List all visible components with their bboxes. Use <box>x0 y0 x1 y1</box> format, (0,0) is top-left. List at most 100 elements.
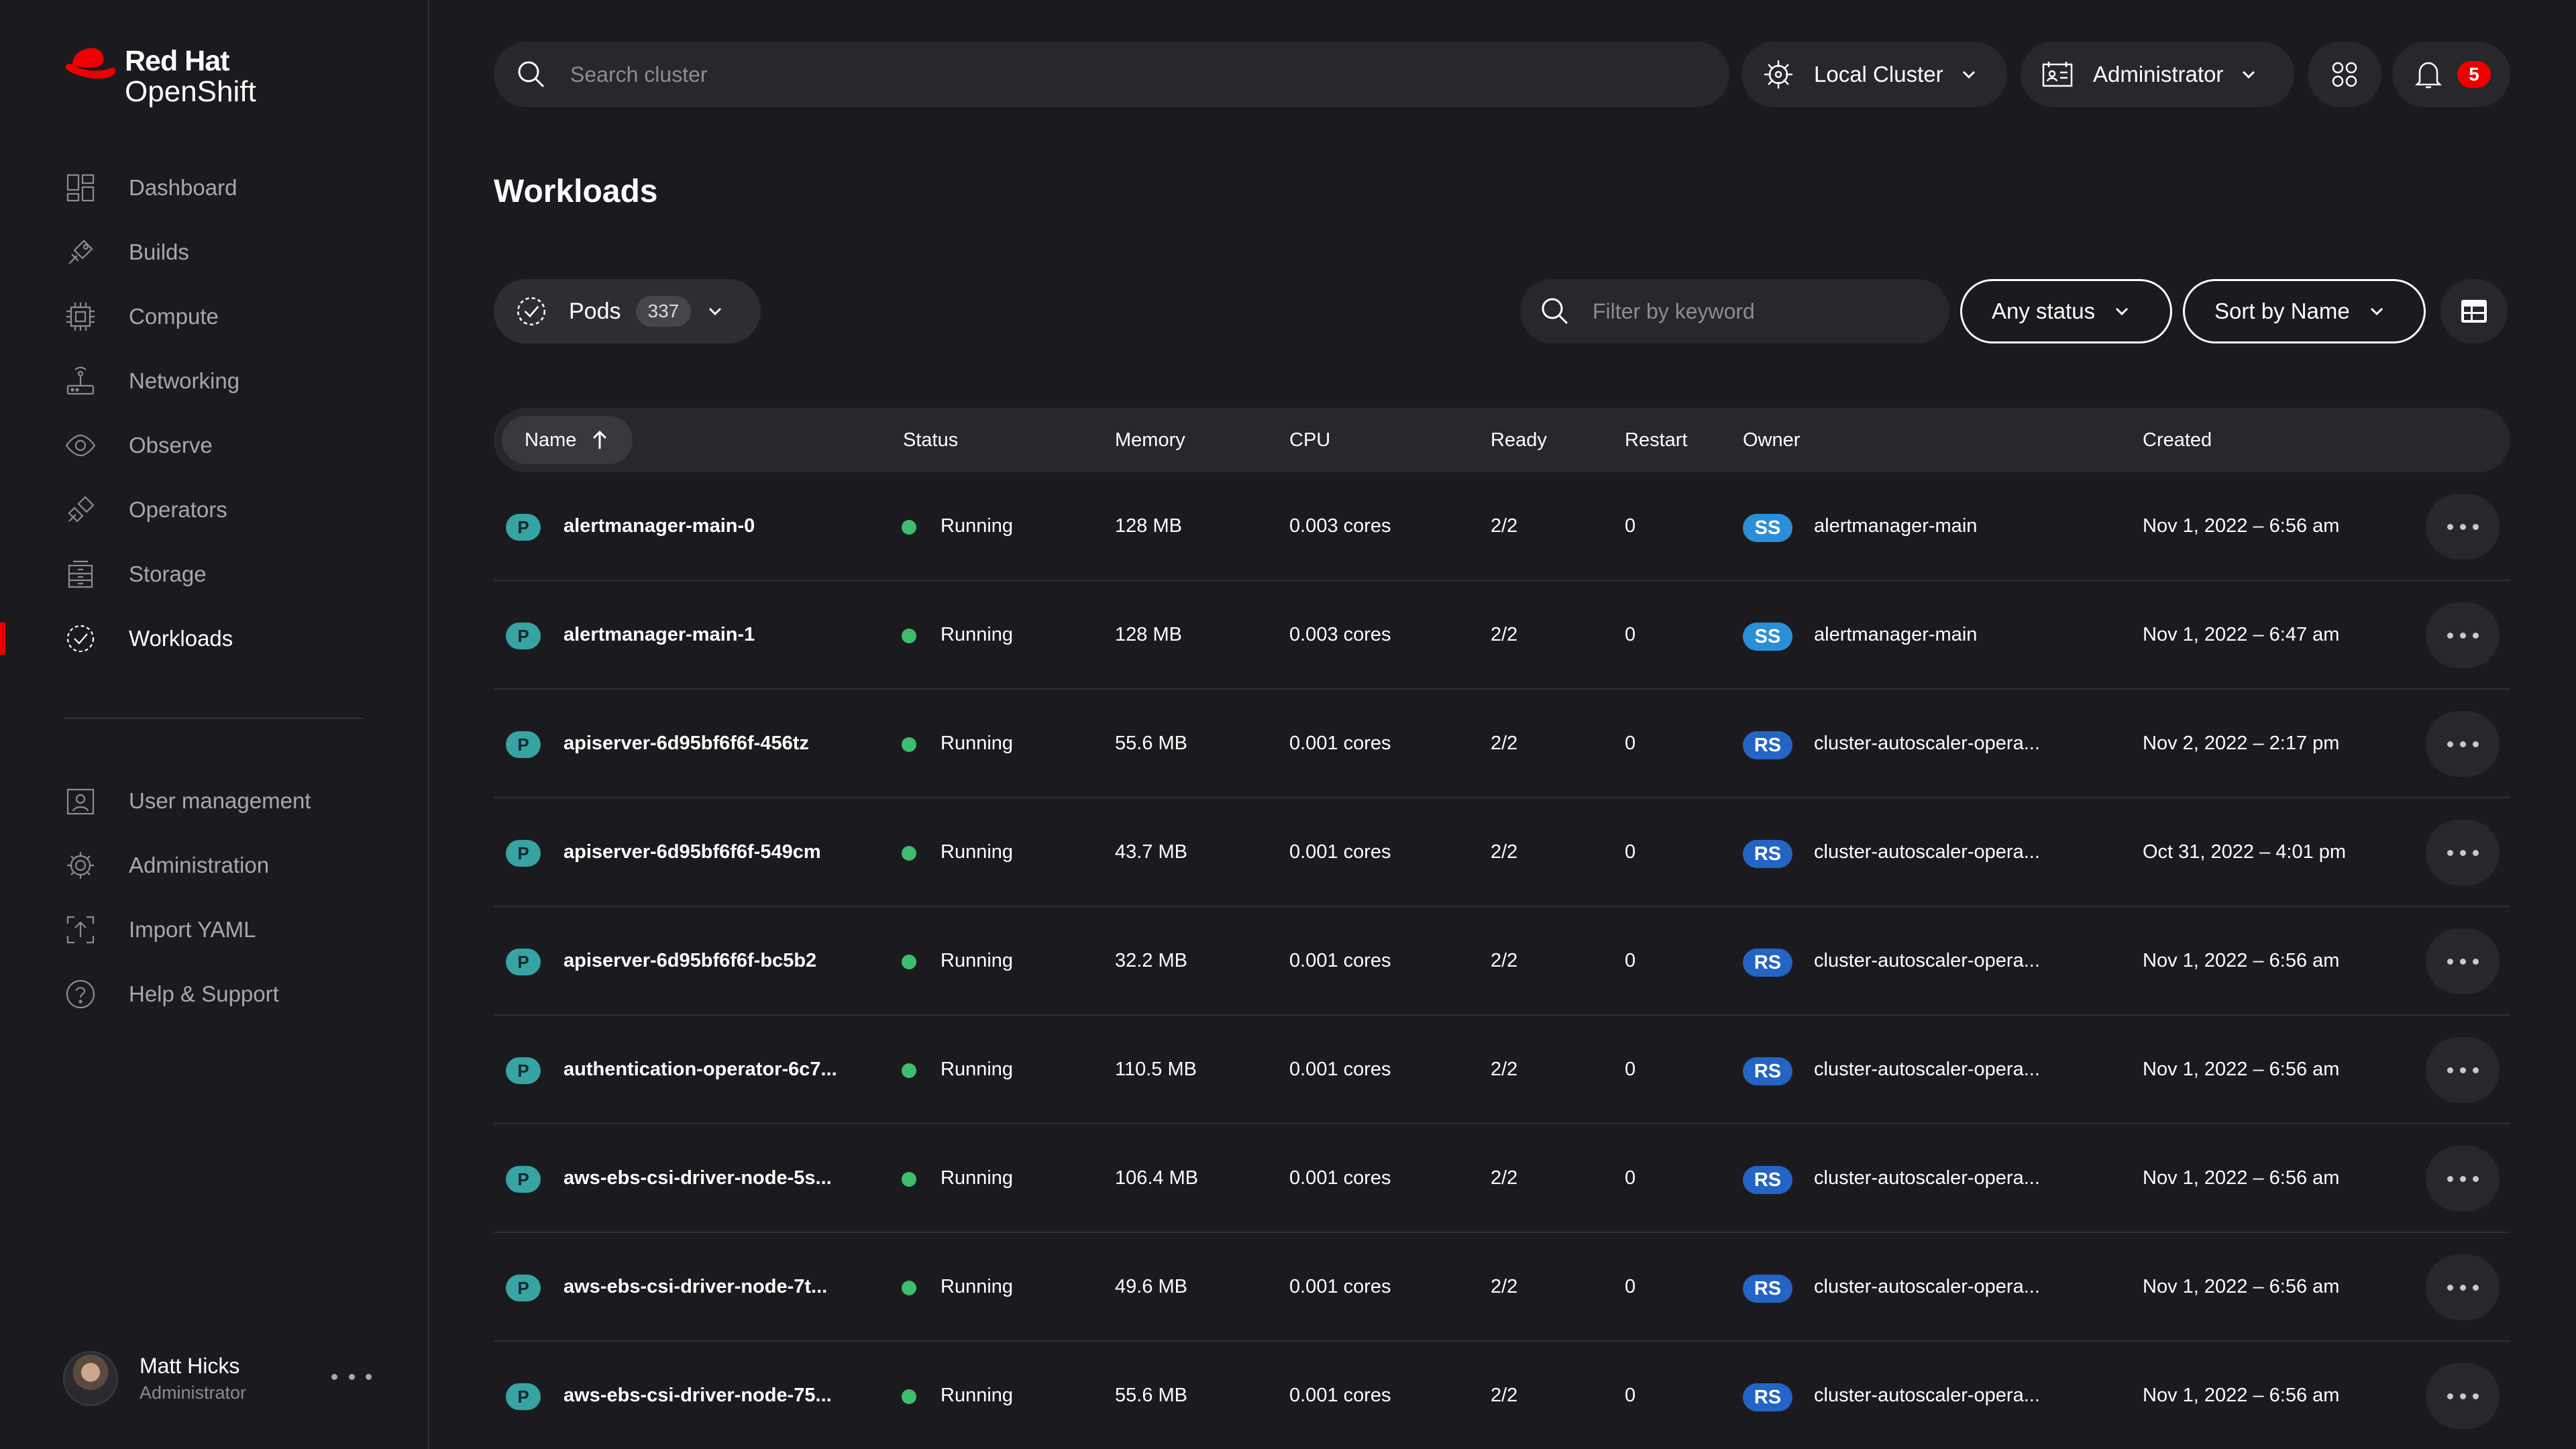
pod-name-link[interactable]: aws-ebs-csi-driver-node-7t... <box>564 1233 827 1340</box>
pod-name-link[interactable]: alertmanager-main-0 <box>564 472 755 580</box>
table-row[interactable]: P apiserver-6d95bf6f6f-456tz Running 55.… <box>494 690 2510 798</box>
pod-created: Nov 1, 2022 – 6:56 am <box>2143 1275 2340 1297</box>
pod-kind-badge: P <box>506 1166 541 1193</box>
table-row[interactable]: P apiserver-6d95bf6f6f-549cm Running 43.… <box>494 798 2510 907</box>
owner-link[interactable]: cluster-autoscaler-opera... <box>1814 1124 2040 1232</box>
owner-link[interactable]: alertmanager-main <box>1814 581 1977 688</box>
cluster-selector[interactable]: Local Cluster <box>1741 42 2007 107</box>
redhat-openshift-logo[interactable]: Red Hat OpenShift <box>63 42 256 107</box>
owner-link[interactable]: alertmanager-main <box>1814 472 1977 580</box>
column-header-label: Name <box>525 429 577 451</box>
nav-item-administration[interactable]: Administration <box>0 833 429 898</box>
owner-link[interactable]: cluster-autoscaler-opera... <box>1814 1016 2040 1123</box>
pod-name-link[interactable]: authentication-operator-6c7... <box>564 1016 837 1123</box>
pod-name-link[interactable]: apiserver-6d95bf6f6f-549cm <box>564 798 821 906</box>
pod-cpu: 0.003 cores <box>1289 623 1391 645</box>
pod-memory: 55.6 MB <box>1115 732 1187 754</box>
bell-icon <box>2414 62 2443 89</box>
user-management-icon <box>63 784 98 818</box>
chevron-down-icon <box>2243 70 2255 79</box>
chevron-down-icon <box>2116 307 2129 316</box>
pod-restarts: 0 <box>1625 1275 1636 1297</box>
row-actions-kebab-icon[interactable] <box>2426 1037 2500 1103</box>
nav-item-workloads[interactable]: Workloads <box>0 606 429 671</box>
secondary-nav: User management Administration Import YA… <box>0 769 429 1026</box>
row-actions-kebab-icon[interactable] <box>2426 820 2500 885</box>
nav-item-operators[interactable]: Operators <box>0 478 429 542</box>
pod-name-link[interactable]: aws-ebs-csi-driver-node-5s... <box>564 1124 832 1232</box>
owner-link[interactable]: cluster-autoscaler-opera... <box>1814 798 2040 906</box>
column-header-memory[interactable]: Memory <box>1115 408 1185 472</box>
table-row[interactable]: P alertmanager-main-0 Running 128 MB 0.0… <box>494 472 2510 581</box>
row-actions-kebab-icon[interactable] <box>2426 494 2500 559</box>
row-actions-kebab-icon[interactable] <box>2426 711 2500 777</box>
pod-name-link[interactable]: alertmanager-main-1 <box>564 581 755 688</box>
row-actions-kebab-icon[interactable] <box>2426 602 2500 668</box>
owner-link[interactable]: cluster-autoscaler-opera... <box>1814 690 2040 797</box>
table-row[interactable]: P apiserver-6d95bf6f6f-bc5b2 Running 32.… <box>494 907 2510 1016</box>
pod-name-link[interactable]: apiserver-6d95bf6f6f-bc5b2 <box>564 907 816 1014</box>
nav-item-user-management[interactable]: User management <box>0 769 429 833</box>
pod-name-link[interactable]: apiserver-6d95bf6f6f-456tz <box>564 690 809 797</box>
table-row[interactable]: P alertmanager-main-1 Running 128 MB 0.0… <box>494 581 2510 690</box>
nav-item-dashboard[interactable]: Dashboard <box>0 156 429 220</box>
cluster-search[interactable] <box>494 42 1729 107</box>
row-actions-kebab-icon[interactable] <box>2426 1146 2500 1212</box>
column-header-created[interactable]: Created <box>2143 408 2212 472</box>
row-actions-kebab-icon[interactable] <box>2426 928 2500 994</box>
running-status-dot <box>902 737 916 752</box>
user-more-icon[interactable] <box>331 1363 372 1390</box>
nav-label: Builds <box>129 239 189 264</box>
status-filter-dropdown[interactable]: Any status <box>1960 279 2172 343</box>
pod-ready: 2/2 <box>1491 1167 1518 1189</box>
nav-item-networking[interactable]: Networking <box>0 349 429 413</box>
pod-ready: 2/2 <box>1491 1384 1518 1406</box>
pod-name-link[interactable]: aws-ebs-csi-driver-node-75... <box>564 1342 832 1449</box>
keyword-filter[interactable] <box>1520 279 1949 343</box>
search-input[interactable] <box>570 62 1644 87</box>
nav-item-import-yaml[interactable]: Import YAML <box>0 898 429 962</box>
pod-cpu: 0.001 cores <box>1289 1384 1391 1406</box>
column-header-restart[interactable]: Restart <box>1625 408 1687 472</box>
pod-status: Running <box>941 1167 1014 1189</box>
pod-memory: 106.4 MB <box>1115 1167 1199 1189</box>
filter-input[interactable] <box>1593 299 1928 324</box>
page-title: Workloads <box>494 174 658 209</box>
table-row[interactable]: P authentication-operator-6c7... Running… <box>494 1016 2510 1124</box>
pod-kind-badge: P <box>506 1383 541 1410</box>
nav-item-help-support[interactable]: Help & Support <box>0 962 429 1026</box>
nav-item-compute[interactable]: Compute <box>0 284 429 349</box>
app-launcher-button[interactable] <box>2308 42 2381 107</box>
table-row[interactable]: P aws-ebs-csi-driver-node-75... Running … <box>494 1342 2510 1449</box>
role-selector[interactable]: Administrator <box>2021 42 2294 107</box>
table-row[interactable]: P aws-ebs-csi-driver-node-7t... Running … <box>494 1233 2510 1342</box>
user-profile[interactable]: Matt Hicks Administrator <box>63 1351 372 1406</box>
pod-status: Running <box>941 623 1014 645</box>
owner-link[interactable]: cluster-autoscaler-opera... <box>1814 907 2040 1014</box>
sort-dropdown[interactable]: Sort by Name <box>2183 279 2426 343</box>
pod-ready: 2/2 <box>1491 949 1518 971</box>
notifications-button[interactable]: 5 <box>2392 42 2510 107</box>
nav-item-observe[interactable]: Observe <box>0 413 429 478</box>
nav-item-builds[interactable]: Builds <box>0 220 429 284</box>
resource-type-dropdown[interactable]: Pods 337 <box>494 279 761 343</box>
row-actions-kebab-icon[interactable] <box>2426 1363 2500 1429</box>
column-header-ready[interactable]: Ready <box>1491 408 1547 472</box>
column-header-cpu[interactable]: CPU <box>1289 408 1330 472</box>
table-row[interactable]: P aws-ebs-csi-driver-node-5s... Running … <box>494 1124 2510 1233</box>
owner-kind-badge: RS <box>1743 840 1792 868</box>
nav-item-storage[interactable]: Storage <box>0 542 429 606</box>
owner-link[interactable]: cluster-autoscaler-opera... <box>1814 1233 2040 1340</box>
owner-link[interactable]: cluster-autoscaler-opera... <box>1814 1342 2040 1449</box>
column-header-name[interactable]: Name <box>502 416 633 464</box>
column-header-status[interactable]: Status <box>903 408 958 472</box>
column-header-owner[interactable]: Owner <box>1743 408 1800 472</box>
running-status-dot <box>902 846 916 861</box>
row-actions-kebab-icon[interactable] <box>2426 1254 2500 1320</box>
pod-memory: 49.6 MB <box>1115 1275 1187 1297</box>
owner-kind-badge: RS <box>1743 1057 1792 1085</box>
redhat-logo-icon <box>65 48 116 79</box>
pod-created: Nov 1, 2022 – 6:56 am <box>2143 1384 2340 1406</box>
table-view-toggle[interactable] <box>2440 279 2508 343</box>
sidebar: Red Hat OpenShift Dashboard Builds Compu… <box>0 0 429 1449</box>
